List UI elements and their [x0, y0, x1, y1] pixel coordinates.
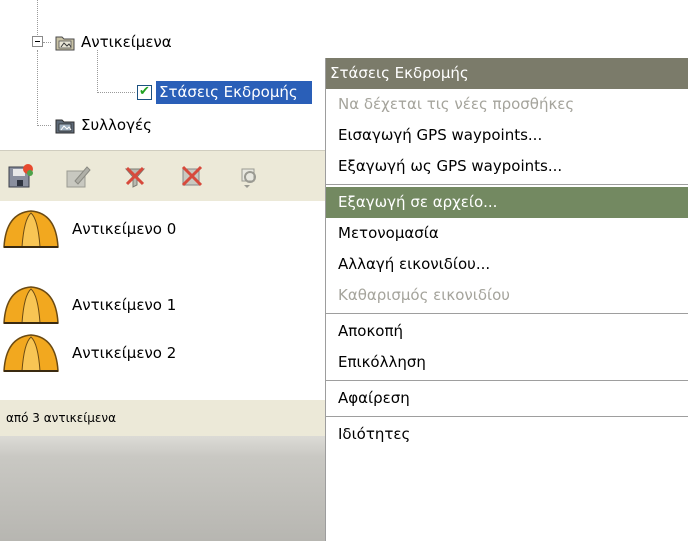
tent-icon	[0, 331, 62, 375]
menu-item-paste[interactable]: Επικόλληση	[326, 347, 688, 378]
status-text: από 3 αντικείμενα	[6, 411, 116, 425]
folder-icon	[55, 33, 75, 51]
delete-icon[interactable]	[177, 161, 207, 191]
toolbar	[0, 150, 325, 201]
tree-item-label: Αντικείμενα	[81, 33, 172, 51]
menu-item-change-icon[interactable]: Αλλαγή εικονιδίου...	[326, 249, 688, 280]
list-item-label: Αντικείμενο 1	[72, 296, 177, 314]
tent-icon	[0, 207, 62, 251]
list-item-label: Αντικείμενο 0	[72, 220, 177, 238]
menu-item-cut[interactable]: Αποκοπή	[326, 316, 688, 347]
menu-item-export-gps-waypoints[interactable]: Εξαγωγή ως GPS waypoints...	[326, 151, 688, 182]
tree-line	[97, 50, 98, 93]
tree-panel: Αντικείμενα ✔ Στάσεις Εκδρομής Συλλογές	[0, 0, 325, 150]
checkbox-checked-icon[interactable]: ✔	[137, 84, 152, 100]
tree-item-trip-stops[interactable]: ✔ Στάσεις Εκδρομής	[137, 80, 312, 104]
status-bar: από 3 αντικείμενα	[0, 400, 325, 436]
object-list: Αντικείμενο 0 Αντικείμενο 1 Αντικείμενο …	[0, 201, 325, 399]
tree-item-collections[interactable]: Συλλογές	[55, 113, 152, 137]
tree-item-label: Συλλογές	[81, 116, 152, 134]
menu-item-rename[interactable]: Μετονομασία	[326, 218, 688, 249]
menu-item-import-gps-waypoints[interactable]: Εισαγωγή GPS waypoints...	[326, 120, 688, 151]
tent-icon	[0, 283, 62, 327]
edit-icon[interactable]	[63, 161, 93, 191]
context-menu: Στάσεις Εκδρομής Να δέχεται τις νέες προ…	[325, 58, 688, 541]
menu-item-export-to-file[interactable]: Εξαγωγή σε αρχείο...	[326, 187, 688, 218]
menu-item-properties[interactable]: Ιδιότητες	[326, 419, 688, 450]
tree-item-objects[interactable]: Αντικείμενα	[55, 30, 172, 54]
tree-line	[97, 92, 135, 93]
export-icon[interactable]	[234, 161, 264, 191]
menu-item-remove[interactable]: Αφαίρεση	[326, 383, 688, 414]
list-item[interactable]: Αντικείμενο 2	[0, 331, 176, 375]
tree-line	[43, 42, 51, 43]
collapse-toggle[interactable]	[32, 36, 43, 47]
menu-item-accept-new-additions: Να δέχεται τις νέες προσθήκες	[338, 95, 575, 113]
list-item[interactable]: Αντικείμενο 0	[0, 207, 176, 251]
save-icon[interactable]	[6, 161, 36, 191]
list-item[interactable]: Αντικείμενο 1	[0, 283, 176, 327]
tree-line	[37, 125, 51, 126]
menu-header: Στάσεις Εκδρομής	[326, 58, 688, 89]
tree-line	[37, 50, 38, 126]
delete-filter-icon[interactable]	[120, 161, 150, 191]
collection-folder-icon	[55, 116, 75, 134]
tree-item-label-selected: Στάσεις Εκδρομής	[156, 80, 312, 104]
menu-item-clear-icon: Καθαρισμός εικονιδίου	[338, 286, 510, 304]
list-item-label: Αντικείμενο 2	[72, 344, 177, 362]
bottom-panel	[0, 436, 325, 541]
